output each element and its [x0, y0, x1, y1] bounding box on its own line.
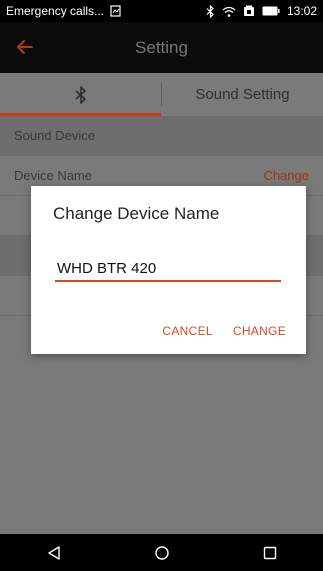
recents-square-icon[interactable]: [263, 546, 277, 560]
change-link[interactable]: Change: [263, 168, 309, 183]
device-name-label: Device Name: [14, 168, 93, 183]
change-name-dialog: Change Device Name CANCEL CHANGE: [31, 186, 306, 354]
status-text: Emergency calls...: [6, 4, 105, 18]
sim-card-icon: [110, 5, 121, 17]
page-title: Setting: [135, 37, 188, 57]
bluetooth-icon: [74, 85, 86, 104]
tab-sound-setting[interactable]: Sound Setting: [162, 73, 323, 116]
change-button[interactable]: CHANGE: [233, 324, 286, 338]
dialog-title: Change Device Name: [53, 204, 220, 223]
battery-saver-icon: [243, 5, 255, 17]
status-bar: Emergency calls... 13:02: [0, 0, 323, 22]
back-triangle-icon[interactable]: [46, 545, 62, 561]
device-name-input[interactable]: [55, 256, 281, 282]
tab-bluetooth[interactable]: [0, 73, 161, 116]
section-header-label: Sound Device: [14, 128, 95, 143]
app-bar: Setting: [0, 22, 323, 73]
dialog-actions: CANCEL CHANGE: [162, 324, 286, 338]
back-arrow-icon[interactable]: [14, 36, 36, 58]
bluetooth-icon: [206, 4, 215, 18]
battery-icon: [262, 6, 280, 16]
cancel-button[interactable]: CANCEL: [162, 324, 212, 338]
tab-bar: Sound Setting: [0, 73, 323, 116]
wifi-icon: [222, 6, 236, 17]
home-circle-icon[interactable]: [154, 545, 170, 561]
status-time: 13:02: [286, 4, 317, 18]
section-header: Sound Device: [0, 116, 323, 156]
navigation-bar: [0, 534, 323, 571]
